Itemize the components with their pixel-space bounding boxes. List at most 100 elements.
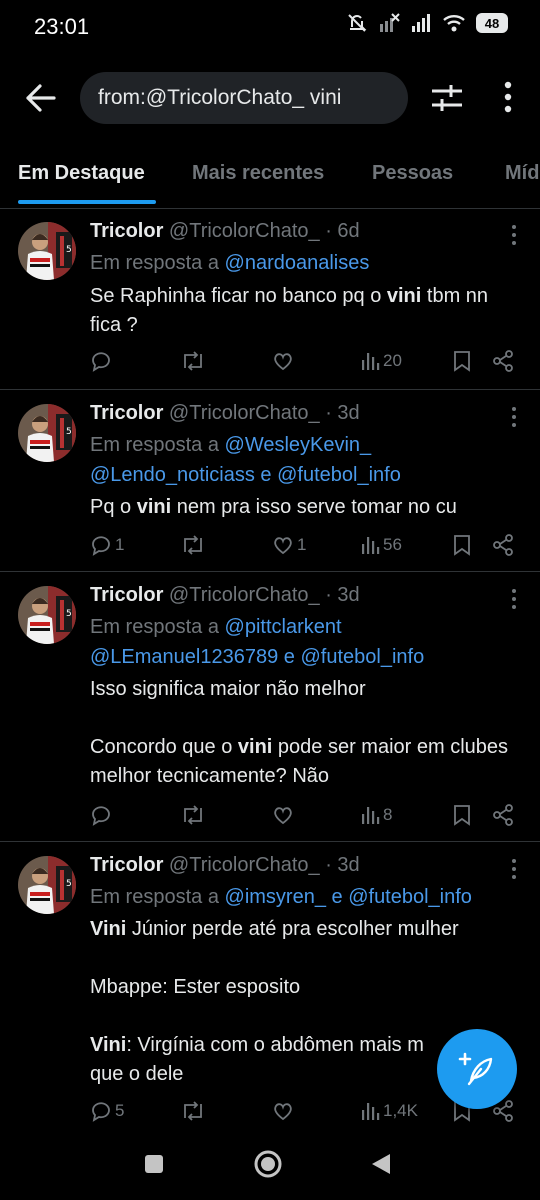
views-button[interactable]: 20 (360, 350, 402, 372)
like-button[interactable] (272, 804, 294, 826)
more-vertical-icon[interactable] (494, 80, 522, 114)
retweet-button[interactable] (180, 534, 206, 556)
tab-midia[interactable]: Míd (505, 162, 539, 185)
reply-prefix: Em resposta a (90, 886, 219, 908)
svg-text:5: 5 (66, 879, 72, 889)
bookmark-icon[interactable] (452, 350, 472, 372)
mention-link[interactable]: @LEmanuel1236789 (90, 646, 278, 668)
search-input[interactable]: from:@TricolorChato_ vini (80, 72, 408, 124)
tweet-header: Tricolor @TricolorChato_ · 3d (90, 402, 360, 425)
svg-text:5: 5 (66, 427, 72, 437)
mention-link[interactable]: @futebol_info (277, 464, 401, 486)
views-button[interactable]: 1,4K (360, 1100, 418, 1122)
tweet-header: Tricolor @TricolorChato_ · 6d (90, 220, 360, 243)
svg-text:5: 5 (66, 609, 72, 619)
tab-mais-recentes[interactable]: Mais recentes (192, 162, 324, 185)
reply-button[interactable]: 5 (90, 1100, 124, 1122)
tweet[interactable]: 5 Tricolor @TricolorChato_ · 6d Em respo… (0, 208, 540, 390)
reply-icon (92, 806, 110, 826)
like-button[interactable] (272, 350, 294, 372)
mention-link[interactable]: @WesleyKevin_ (225, 434, 372, 456)
text-line: Isso significa maior não melhor (90, 678, 366, 700)
signal-off-icon (380, 13, 400, 32)
text-segment: Se Raphinha ficar no banco pq o (90, 285, 387, 307)
retweet-button[interactable] (180, 804, 206, 826)
bookmark-icon[interactable] (452, 804, 472, 826)
like-button[interactable]: 1 (272, 534, 306, 556)
author-name[interactable]: Tricolor (90, 854, 163, 876)
avatar[interactable]: 5 (18, 222, 76, 280)
reply-button[interactable] (90, 350, 112, 372)
tweet[interactable]: 5 Tricolor @TricolorChato_ · 3d Em respo… (0, 390, 540, 572)
tweet-header: Tricolor @TricolorChato_ · 3d (90, 584, 360, 607)
tweet[interactable]: 5 Tricolor @TricolorChato_ · 3d Em respo… (0, 572, 540, 842)
heart-icon (274, 1103, 292, 1121)
tab-pessoas[interactable]: Pessoas (372, 162, 453, 185)
mention-link[interactable]: @imsyren_ (225, 886, 326, 908)
tweet-more-icon[interactable] (510, 588, 518, 610)
author-name[interactable]: Tricolor (90, 220, 163, 242)
mention-link[interactable]: @Lendo_noticiass (90, 464, 255, 486)
text-line: Mbappe: Ester esposito (90, 976, 301, 998)
share-icon[interactable] (492, 804, 514, 826)
author-handle[interactable]: @TricolorChato_ (169, 854, 320, 876)
search-tabs: Em Destaque Mais recentes Pessoas Míd (0, 150, 540, 209)
tab-em-destaque[interactable]: Em Destaque (18, 162, 145, 185)
text-segment: : Virgínia com o abdômen mais m (126, 1034, 424, 1056)
mention-link[interactable]: @nardoanalises (225, 252, 370, 274)
highlight-term: Vini (90, 1034, 127, 1056)
reply-icon (92, 1102, 110, 1122)
like-count: 1 (297, 535, 307, 554)
svg-text:5: 5 (66, 245, 72, 255)
retweet-button[interactable] (180, 1100, 206, 1122)
tweet-actions: 8 (90, 804, 520, 830)
tweet-more-icon[interactable] (510, 406, 518, 428)
author-handle[interactable]: @TricolorChato_ (169, 402, 320, 424)
tweet-more-icon[interactable] (510, 224, 518, 246)
retweet-icon (184, 1101, 202, 1121)
tweet-more-icon[interactable] (510, 858, 518, 880)
views-chart-icon (362, 1103, 380, 1120)
reply-button[interactable] (90, 804, 112, 826)
author-handle[interactable]: @TricolorChato_ (169, 584, 320, 606)
like-button[interactable] (272, 1100, 294, 1122)
mention-link[interactable]: @pittclarkent (225, 616, 342, 638)
back-arrow-icon[interactable] (22, 82, 58, 114)
home-circle-icon[interactable] (253, 1149, 283, 1179)
views-button[interactable]: 8 (360, 804, 392, 826)
tweet-time: · 6d (325, 220, 360, 242)
reply-context: Em resposta a @WesleyKevin_ @Lendo_notic… (90, 430, 520, 490)
reply-context: Em resposta a @pittclarkent @LEmanuel123… (90, 612, 520, 672)
tweet-text: Pq o vini nem pra isso serve tomar no cu (90, 493, 520, 522)
highlight-term: vini (237, 736, 273, 758)
retweet-icon (184, 805, 202, 825)
avatar[interactable]: 5 (18, 404, 76, 462)
author-name[interactable]: Tricolor (90, 584, 163, 606)
tweet-actions: 20 (90, 350, 520, 376)
avatar[interactable]: 5 (18, 856, 76, 914)
author-handle[interactable]: @TricolorChato_ (169, 220, 320, 242)
highlight-term: vini (386, 285, 422, 307)
back-triangle-icon[interactable] (370, 1153, 392, 1175)
text-segment: Júnior perde até pra escolher mulher (126, 918, 459, 940)
reply-button[interactable]: 1 (90, 534, 124, 556)
author-name[interactable]: Tricolor (90, 402, 163, 424)
share-icon[interactable] (492, 350, 514, 372)
views-button[interactable]: 56 (360, 534, 402, 556)
avatar[interactable]: 5 (18, 586, 76, 644)
bookmark-icon[interactable] (452, 534, 472, 556)
mention-link[interactable]: @futebol_info (348, 886, 472, 908)
wifi-icon (443, 15, 465, 32)
highlight-term: vini (136, 496, 172, 518)
search-query: from:@TricolorChato_ vini (98, 86, 342, 109)
retweet-button[interactable] (180, 350, 206, 372)
tweet-text: Se Raphinha ficar no banco pq o vini tbm… (90, 282, 520, 340)
recents-square-icon[interactable] (144, 1154, 164, 1174)
compose-button[interactable] (437, 1029, 517, 1109)
share-icon[interactable] (492, 534, 514, 556)
filter-sliders-icon[interactable] (430, 82, 464, 114)
reply-icon (92, 536, 110, 556)
views-chart-icon (362, 807, 380, 824)
mention-link[interactable]: @futebol_info (300, 646, 424, 668)
heart-icon (274, 807, 292, 825)
